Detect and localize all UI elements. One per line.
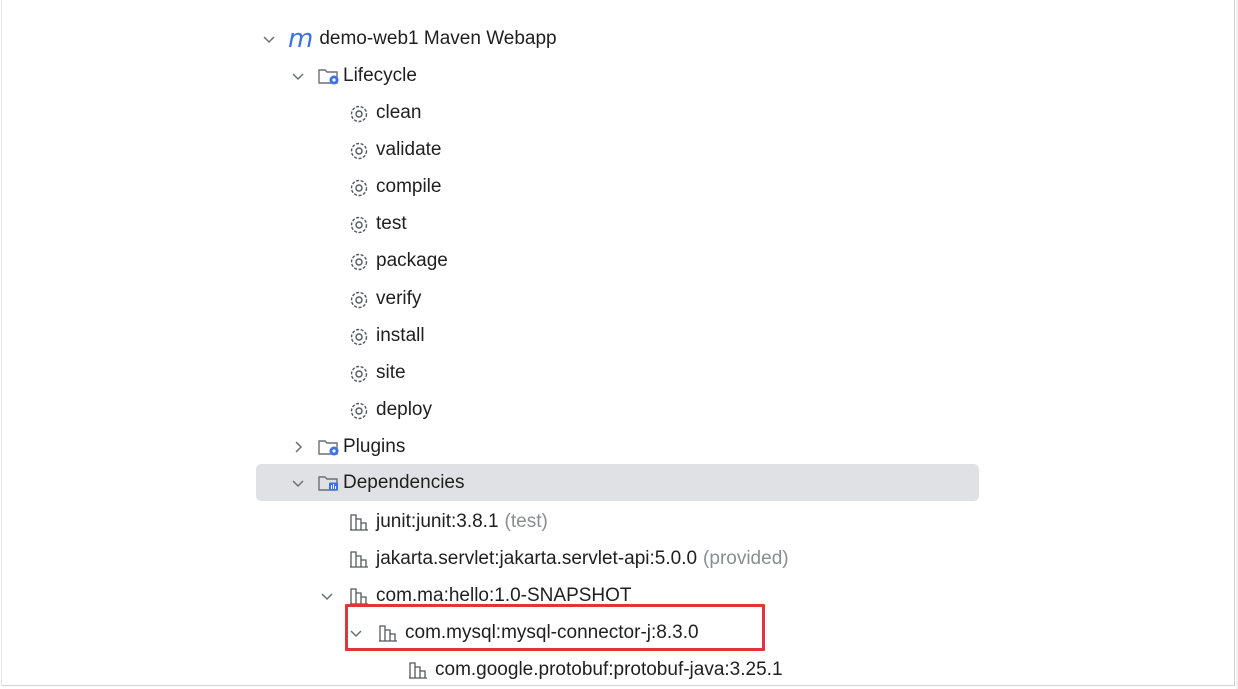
goal-label: compile [376,176,442,197]
lifecycle-goal-package[interactable]: package [348,242,448,279]
library-icon [407,660,429,680]
lifecycle-goal-install[interactable]: install [348,317,425,354]
plugins-label: Plugins [343,436,406,457]
goal-label: validate [376,139,442,160]
gear-icon [348,326,370,346]
chevron-right-icon[interactable] [291,440,305,454]
lifecycle-goal-test[interactable]: test [348,205,407,242]
lifecycle-goal-verify[interactable]: verify [348,280,421,317]
lifecycle-folder-icon [317,66,341,86]
goal-label: site [376,362,406,383]
tree-node-dependencies[interactable]: Dependencies [256,464,979,501]
goal-label: verify [376,288,422,309]
gear-icon [348,103,370,123]
chevron-down-icon[interactable] [262,32,276,46]
gear-icon [348,177,370,197]
dependency-item[interactable]: junit:junit:3.8.1 (test) [348,503,548,540]
goal-label: deploy [376,399,432,420]
maven-m-icon: m [288,23,314,54]
dependency-label: junit:junit:3.8.1 [376,511,499,532]
chevron-down-icon[interactable] [291,476,305,490]
goal-label: test [376,213,407,234]
gear-icon [348,140,370,160]
lifecycle-goal-compile[interactable]: compile [348,168,441,205]
dependencies-folder-icon [317,473,341,493]
dependencies-label: Dependencies [343,472,465,493]
dependency-scope: (provided) [703,548,789,569]
dependency-item[interactable]: com.google.protobuf:protobuf-java:3.25.1 [407,651,783,688]
goal-label: clean [376,102,422,123]
library-icon [348,512,370,532]
project-label: demo-web1 Maven Webapp [319,28,557,49]
lifecycle-goal-deploy[interactable]: deploy [348,391,432,428]
chevron-down-icon[interactable] [320,589,334,603]
lifecycle-goal-site[interactable]: site [348,354,406,391]
gear-icon [348,289,370,309]
goal-label: install [376,325,425,346]
library-icon [348,586,370,606]
chevron-down-icon[interactable] [291,69,305,83]
dependency-item[interactable]: jakarta.servlet:jakarta.servlet-api:5.0.… [348,540,789,577]
lifecycle-goal-validate[interactable]: validate [348,131,442,168]
highlight-box [345,604,765,651]
goal-label: package [376,250,448,271]
tree-node-project[interactable]: m demo-web1 Maven Webapp [262,20,557,57]
dependency-label: com.google.protobuf:protobuf-java:3.25.1 [435,659,783,680]
gear-icon [348,363,370,383]
lifecycle-goal-clean[interactable]: clean [348,94,421,131]
dependency-scope: (test) [504,511,548,532]
plugins-folder-icon [317,437,341,457]
gear-icon [348,251,370,271]
dependency-label: jakarta.servlet:jakarta.servlet-api:5.0.… [376,548,698,569]
library-icon [348,549,370,569]
tree-node-lifecycle[interactable]: Lifecycle [291,57,417,94]
lifecycle-label: Lifecycle [343,65,417,86]
gear-icon [348,214,370,234]
gear-icon [348,400,370,420]
tree-node-plugins[interactable]: Plugins [291,428,405,465]
